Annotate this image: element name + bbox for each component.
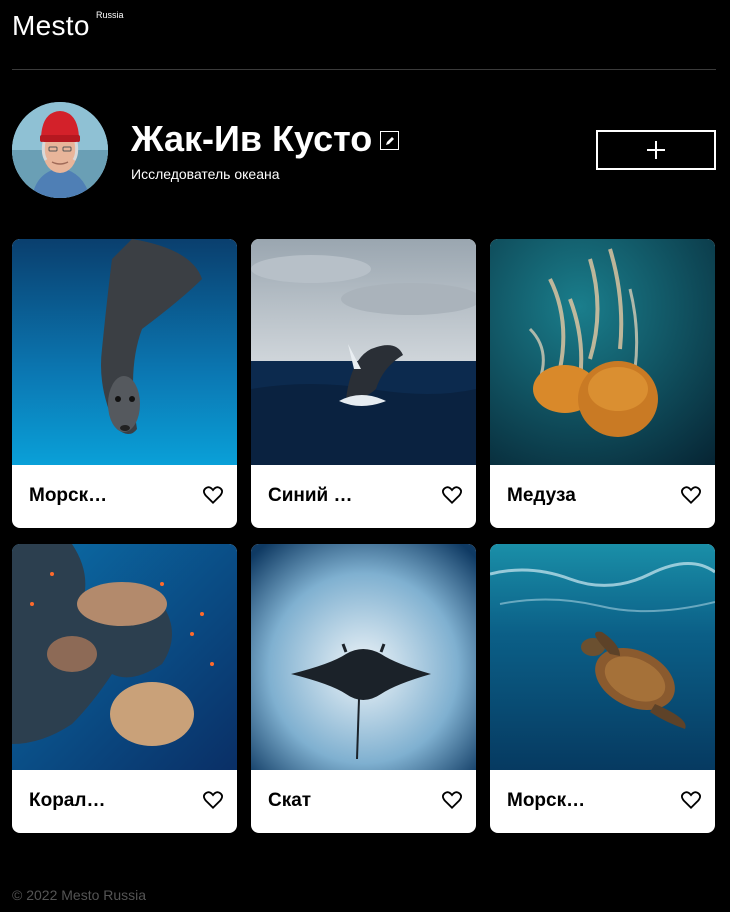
card-title: Медуза bbox=[507, 485, 576, 506]
card-image-manta-ray[interactable] bbox=[251, 544, 476, 770]
footer-copyright: © 2022 Mesto Russia bbox=[12, 887, 147, 903]
edit-profile-button[interactable] bbox=[380, 131, 399, 150]
like-button[interactable] bbox=[681, 486, 701, 505]
like-button[interactable] bbox=[681, 791, 701, 810]
card-title: Морск… bbox=[507, 790, 586, 811]
like-button[interactable] bbox=[442, 486, 462, 505]
card-image-jellyfish[interactable] bbox=[490, 239, 715, 465]
pencil-icon bbox=[386, 137, 394, 145]
like-button[interactable] bbox=[203, 791, 223, 810]
card-title: Скат bbox=[268, 790, 312, 811]
heart-icon bbox=[203, 791, 223, 810]
heart-icon bbox=[681, 791, 701, 810]
card-title: Синий … bbox=[268, 485, 353, 506]
heart-icon bbox=[442, 486, 462, 505]
card-image-seal[interactable] bbox=[12, 239, 237, 465]
avatar[interactable] bbox=[12, 102, 108, 198]
logo[interactable]: Mesto bbox=[12, 10, 90, 42]
card-image-sea-turtle[interactable] bbox=[490, 544, 715, 770]
card: Морск… bbox=[12, 239, 237, 528]
like-button[interactable] bbox=[442, 791, 462, 810]
card-image-whale[interactable] bbox=[251, 239, 476, 465]
card: Медуза bbox=[490, 239, 715, 528]
plus-icon bbox=[647, 141, 665, 159]
heart-icon bbox=[681, 486, 701, 505]
page: Mesto Russia Жак-Ив Кусто Исследователь … bbox=[0, 0, 730, 912]
like-button[interactable] bbox=[203, 486, 223, 505]
add-card-button[interactable] bbox=[596, 130, 716, 170]
card: Морск… bbox=[490, 544, 715, 833]
header: Mesto Russia bbox=[12, 0, 716, 70]
card-title: Корал… bbox=[29, 790, 106, 811]
heart-icon bbox=[442, 791, 462, 810]
heart-icon bbox=[203, 486, 223, 505]
logo-superscript: Russia bbox=[96, 10, 124, 20]
card: Корал… bbox=[12, 544, 237, 833]
profile-about: Исследователь океана bbox=[131, 166, 280, 182]
card: Синий … bbox=[251, 239, 476, 528]
card-image-coral[interactable] bbox=[12, 544, 237, 770]
card: Скат bbox=[251, 544, 476, 833]
card-title: Морск… bbox=[29, 485, 108, 506]
profile-name: Жак-Ив Кусто bbox=[131, 118, 373, 159]
